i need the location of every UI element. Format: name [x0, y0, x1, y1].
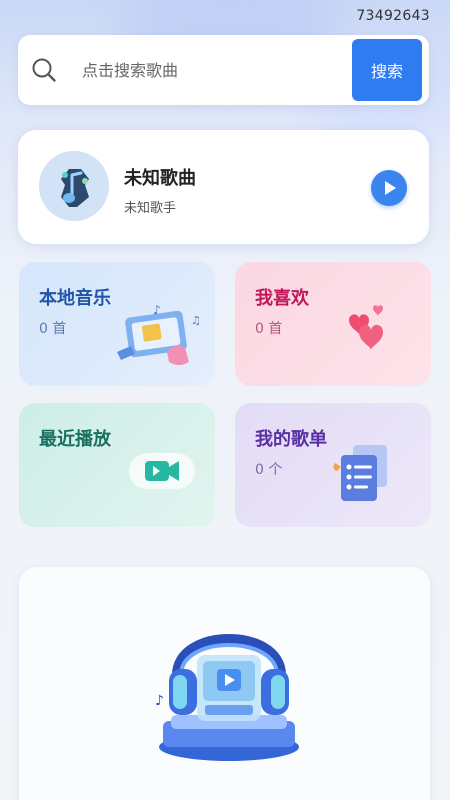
svg-text:♫: ♫: [191, 314, 201, 327]
playlist-document-illustration-icon: [333, 445, 387, 501]
tile-local-music[interactable]: 本地音乐 0 首 ♪ ♫: [19, 262, 215, 386]
tile-title: 我喜欢: [255, 288, 309, 309]
search-icon: [32, 58, 56, 82]
tile-favorites[interactable]: 我喜欢 0 首: [235, 262, 431, 386]
headphones-illustration-icon: ♪: [155, 634, 299, 761]
svg-text:♪: ♪: [153, 303, 161, 317]
featured-illustration-card: ♪: [19, 567, 430, 800]
search-input[interactable]: [82, 57, 352, 83]
search-bar: 搜索: [18, 35, 429, 105]
play-button[interactable]: [371, 170, 407, 206]
tile-count: 0 首: [39, 321, 67, 337]
device-id-text: 73492643: [356, 8, 430, 24]
song-title: 未知歌曲: [124, 168, 196, 189]
song-artist: 未知歌手: [124, 201, 177, 216]
music-note-cover-icon: [39, 151, 109, 221]
music-player-illustration-icon: ♪ ♫: [117, 303, 201, 365]
tile-title: 最近播放: [39, 429, 111, 450]
tile-count: 0 首: [255, 321, 283, 337]
svg-text:♪: ♪: [155, 693, 164, 709]
tile-my-playlists[interactable]: 我的歌单 0 个: [235, 403, 431, 527]
now-playing-card[interactable]: 未知歌曲 未知歌手: [18, 130, 429, 244]
tile-title: 本地音乐: [39, 288, 111, 309]
search-button[interactable]: 搜索: [352, 39, 422, 101]
play-icon: [385, 181, 396, 195]
tile-recently-played[interactable]: 最近播放: [19, 403, 215, 527]
hearts-illustration-icon: [349, 305, 383, 350]
video-play-illustration-icon: [129, 453, 195, 489]
tile-title: 我的歌单: [255, 429, 327, 450]
tile-count: 0 个: [255, 462, 283, 478]
